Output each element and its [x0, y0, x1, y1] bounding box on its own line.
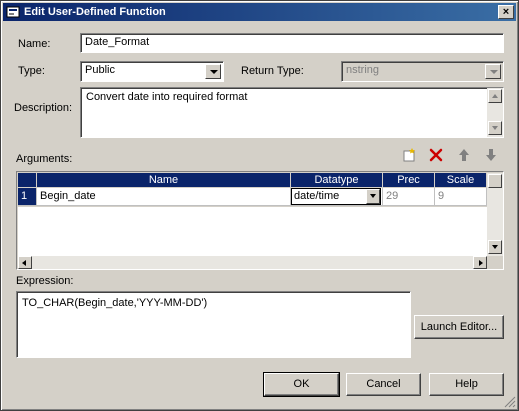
- name-field[interactable]: Date_Format: [80, 33, 504, 53]
- new-row-icon[interactable]: [401, 147, 417, 163]
- scroll-down-icon[interactable]: [488, 121, 502, 135]
- row-header-corner: [18, 173, 37, 187]
- table-scroll-down-icon[interactable]: [488, 240, 502, 254]
- arguments-table: Name Datatype Prec Scale 1 Begin_date da…: [16, 171, 504, 270]
- type-select[interactable]: Public: [80, 61, 224, 82]
- datatype-dropdown-icon[interactable]: [366, 189, 380, 204]
- column-header-prec[interactable]: Prec: [383, 173, 435, 187]
- description-field[interactable]: Convert date into required format: [80, 87, 504, 138]
- column-header-name[interactable]: Name: [37, 173, 291, 187]
- resize-grip-icon[interactable]: [504, 396, 516, 408]
- edit-udf-dialog: Edit User-Defined Function × Name: Date_…: [0, 0, 519, 411]
- argument-prec-cell[interactable]: 29: [383, 188, 435, 206]
- move-down-icon[interactable]: [483, 147, 499, 163]
- argument-name-cell[interactable]: Begin_date: [37, 188, 291, 206]
- description-scrollbar[interactable]: [487, 88, 503, 137]
- table-scroll-thumb[interactable]: [488, 174, 502, 188]
- table-scroll-left-icon[interactable]: [18, 256, 32, 269]
- window-title: Edit User-Defined Function: [24, 6, 166, 18]
- type-dropdown-icon[interactable]: [205, 64, 221, 79]
- type-label: Type:: [18, 65, 45, 77]
- table-empty-area: [18, 207, 487, 256]
- return-type-value: nstring: [346, 64, 380, 76]
- table-vertical-scrollbar[interactable]: [487, 173, 503, 256]
- table-scroll-right-icon[interactable]: [473, 256, 487, 269]
- expression-label: Expression:: [16, 275, 74, 287]
- launch-editor-button[interactable]: Launch Editor...: [414, 315, 504, 339]
- expression-value: TO_CHAR(Begin_date,'YYY-MM-DD'): [22, 297, 208, 309]
- move-up-icon[interactable]: [456, 147, 472, 163]
- expression-field[interactable]: TO_CHAR(Begin_date,'YYY-MM-DD'): [16, 291, 411, 358]
- name-value: Date_Format: [85, 36, 150, 48]
- column-header-scale[interactable]: Scale: [435, 173, 487, 187]
- argument-scale-cell[interactable]: 9: [435, 188, 487, 206]
- cancel-button[interactable]: Cancel: [346, 373, 421, 396]
- return-type-select: nstring: [341, 61, 504, 82]
- scroll-up-icon[interactable]: [488, 89, 502, 103]
- column-header-datatype[interactable]: Datatype: [291, 173, 383, 187]
- description-label: Description:: [14, 102, 73, 114]
- row-index: 1: [18, 188, 37, 206]
- table-horizontal-scrollbar[interactable]: [18, 256, 487, 269]
- delete-icon[interactable]: [428, 147, 444, 163]
- description-value: Convert date into required format: [86, 91, 248, 103]
- return-type-label: Return Type:: [241, 65, 304, 77]
- app-icon: [6, 6, 20, 18]
- help-button[interactable]: Help: [429, 373, 504, 396]
- return-type-dropdown-icon: [485, 64, 501, 79]
- close-icon: ×: [502, 6, 510, 18]
- close-button[interactable]: ×: [498, 5, 514, 19]
- ok-button[interactable]: OK: [263, 372, 340, 397]
- arguments-label: Arguments:: [16, 153, 73, 165]
- name-label: Name:: [18, 38, 51, 50]
- datatype-select[interactable]: date/time: [291, 188, 381, 205]
- argument-datatype-cell[interactable]: date/time: [291, 188, 383, 206]
- title-bar[interactable]: Edit User-Defined Function ×: [3, 3, 516, 21]
- datatype-value: date/time: [294, 190, 340, 202]
- type-value: Public: [85, 64, 115, 76]
